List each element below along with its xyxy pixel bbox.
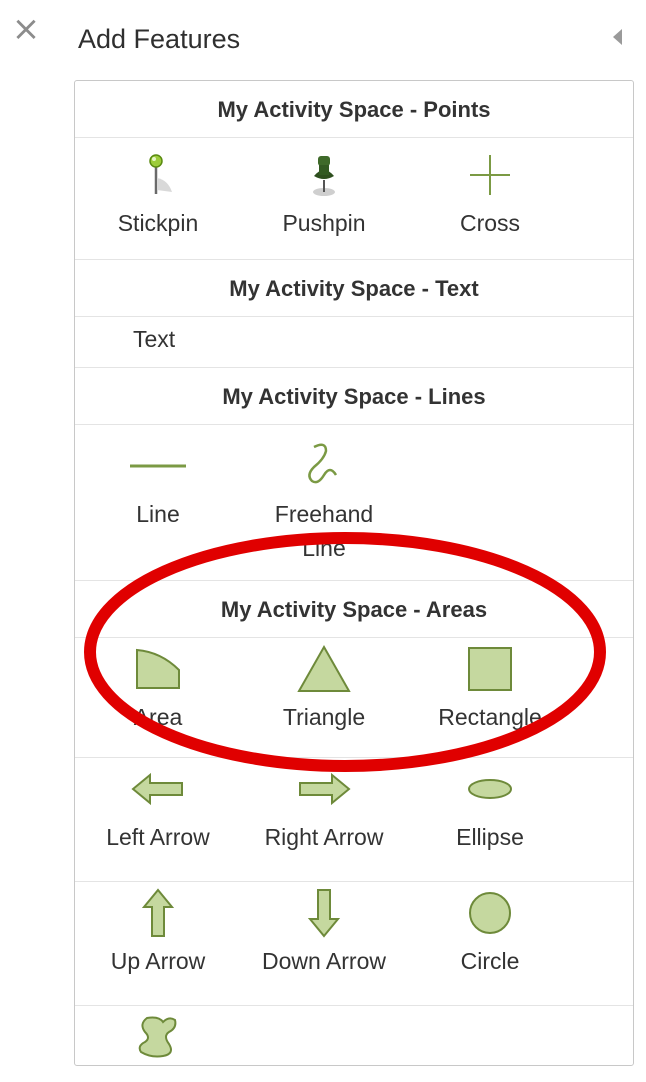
section-header-text: My Activity Space - Text [75, 260, 633, 317]
points-row: Stickpin Pushpin Cross [75, 138, 633, 260]
up-arrow-icon [141, 888, 175, 937]
areas-row-2: Left Arrow Right Arrow Ellipse [75, 758, 633, 882]
areas-row-1: Area Triangle Rectangle [75, 638, 633, 758]
tool-label: Freehand Line [274, 501, 374, 561]
areas-row-4 [75, 1006, 633, 1065]
lines-row: Line Freehand Line [75, 425, 633, 581]
tool-freehand-area[interactable] [75, 1006, 241, 1065]
features-panel: My Activity Space - Points Stickpin Push… [74, 80, 634, 1066]
tool-label: Ellipse [456, 824, 524, 850]
tool-line[interactable]: Line [75, 435, 241, 580]
stickpin-icon [149, 154, 172, 194]
tool-circle[interactable]: Circle [407, 882, 573, 1005]
tool-stickpin[interactable]: Stickpin [75, 144, 241, 259]
tool-label: Stickpin [117, 210, 199, 236]
ellipse-icon [468, 779, 512, 799]
collapse-button[interactable] [608, 26, 628, 48]
area-icon [136, 648, 180, 689]
tool-label: Line [136, 501, 180, 527]
tool-down-arrow[interactable]: Down Arrow [241, 882, 407, 1005]
close-button[interactable]: × [10, 12, 42, 46]
right-arrow-icon [299, 772, 351, 806]
tool-label: Area [133, 704, 183, 730]
tool-label: Down Arrow [262, 948, 386, 974]
tool-label: Left Arrow [106, 824, 210, 850]
tool-label: Pushpin [282, 210, 366, 236]
section-header-points: My Activity Space - Points [75, 81, 633, 138]
pushpin-icon [313, 156, 335, 196]
close-icon: × [11, 9, 41, 49]
tool-pushpin[interactable]: Pushpin [241, 144, 407, 259]
tool-triangle[interactable]: Triangle [241, 638, 407, 757]
rectangle-icon [468, 647, 512, 691]
tool-cross[interactable]: Cross [407, 144, 573, 259]
tool-label: Circle [460, 948, 520, 974]
collapse-left-icon [613, 29, 622, 45]
line-icon [130, 464, 186, 468]
circle-icon [469, 892, 511, 934]
tool-label: Triangle [282, 704, 366, 730]
tool-label: Right Arrow [264, 824, 384, 850]
freehand-line-icon [308, 443, 338, 484]
tool-right-arrow[interactable]: Right Arrow [241, 758, 407, 881]
tool-up-arrow[interactable]: Up Arrow [75, 882, 241, 1005]
left-arrow-icon [131, 772, 183, 806]
down-arrow-icon [307, 889, 341, 938]
section-header-areas: My Activity Space - Areas [75, 581, 633, 638]
text-row: Text [75, 317, 633, 368]
freehand-area-icon [138, 1016, 177, 1058]
panel-title: Add Features [78, 24, 241, 54]
tool-area[interactable]: Area [75, 638, 241, 757]
section-header-lines: My Activity Space - Lines [75, 368, 633, 425]
tool-label: Up Arrow [110, 948, 206, 974]
tool-ellipse[interactable]: Ellipse [407, 758, 573, 881]
tool-label: Cross [459, 210, 521, 236]
tool-freehand-line[interactable]: Freehand Line [241, 435, 407, 580]
tool-rectangle[interactable]: Rectangle [407, 638, 573, 757]
tool-label: Text [133, 326, 176, 352]
triangle-icon [297, 644, 351, 692]
areas-row-3: Up Arrow Down Arrow Circle [75, 882, 633, 1006]
tool-text[interactable]: Text [75, 317, 241, 367]
cross-icon [470, 155, 510, 195]
tool-left-arrow[interactable]: Left Arrow [75, 758, 241, 881]
tool-label: Rectangle [438, 704, 542, 730]
